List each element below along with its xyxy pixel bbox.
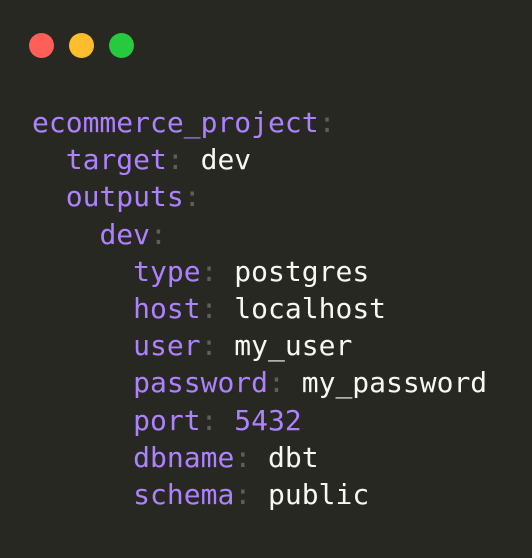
yaml-key: schema <box>133 477 235 511</box>
yaml-value: postgres <box>217 254 370 288</box>
window-controls <box>29 33 134 58</box>
code-line: host: localhost <box>32 290 487 327</box>
yaml-key: outputs <box>65 180 184 214</box>
yaml-key: dev <box>99 217 151 251</box>
code-window: ecommerce_project: target: dev outputs: … <box>0 0 532 558</box>
yaml-value: 5432 <box>217 403 302 437</box>
code-line: ecommerce_project: <box>32 104 487 141</box>
close-window-icon[interactable] <box>29 33 54 58</box>
yaml-key: port <box>133 403 201 437</box>
colon: : <box>200 291 218 325</box>
colon: : <box>150 217 167 251</box>
colon: : <box>200 329 218 363</box>
yaml-key: ecommerce_project <box>32 106 319 139</box>
code-line: outputs: <box>32 178 487 215</box>
colon: : <box>200 403 218 437</box>
yaml-value: dev <box>183 143 252 177</box>
colon: : <box>268 366 285 400</box>
code-line: user: my_user <box>32 327 487 364</box>
yaml-key: dbname <box>133 440 235 474</box>
code-line: type: postgres <box>32 253 487 290</box>
code-line: password: my_password <box>32 364 487 401</box>
yaml-value: my_user <box>217 329 353 363</box>
yaml-value: dbt <box>251 440 319 474</box>
code-line: schema: public <box>32 476 487 513</box>
yaml-code-block: ecommerce_project: target: dev outputs: … <box>32 104 487 513</box>
colon: : <box>183 180 201 214</box>
colon: : <box>234 477 252 511</box>
yaml-value: my_password <box>284 366 488 400</box>
yaml-key: host <box>133 291 201 325</box>
code-line: dbname: dbt <box>32 439 487 476</box>
colon: : <box>166 143 184 177</box>
maximize-window-icon[interactable] <box>109 33 134 58</box>
yaml-key: type <box>133 254 201 288</box>
yaml-value: localhost <box>217 291 387 325</box>
yaml-key: user <box>133 329 201 363</box>
colon: : <box>200 254 218 288</box>
yaml-value: public <box>251 477 370 511</box>
colon: : <box>318 106 336 139</box>
code-line: port: 5432 <box>32 402 487 439</box>
minimize-window-icon[interactable] <box>69 33 94 58</box>
code-line: target: dev <box>32 141 487 178</box>
colon: : <box>234 440 252 474</box>
code-line: dev: <box>32 216 487 253</box>
yaml-key: target <box>65 143 167 177</box>
yaml-key: password <box>133 366 269 400</box>
